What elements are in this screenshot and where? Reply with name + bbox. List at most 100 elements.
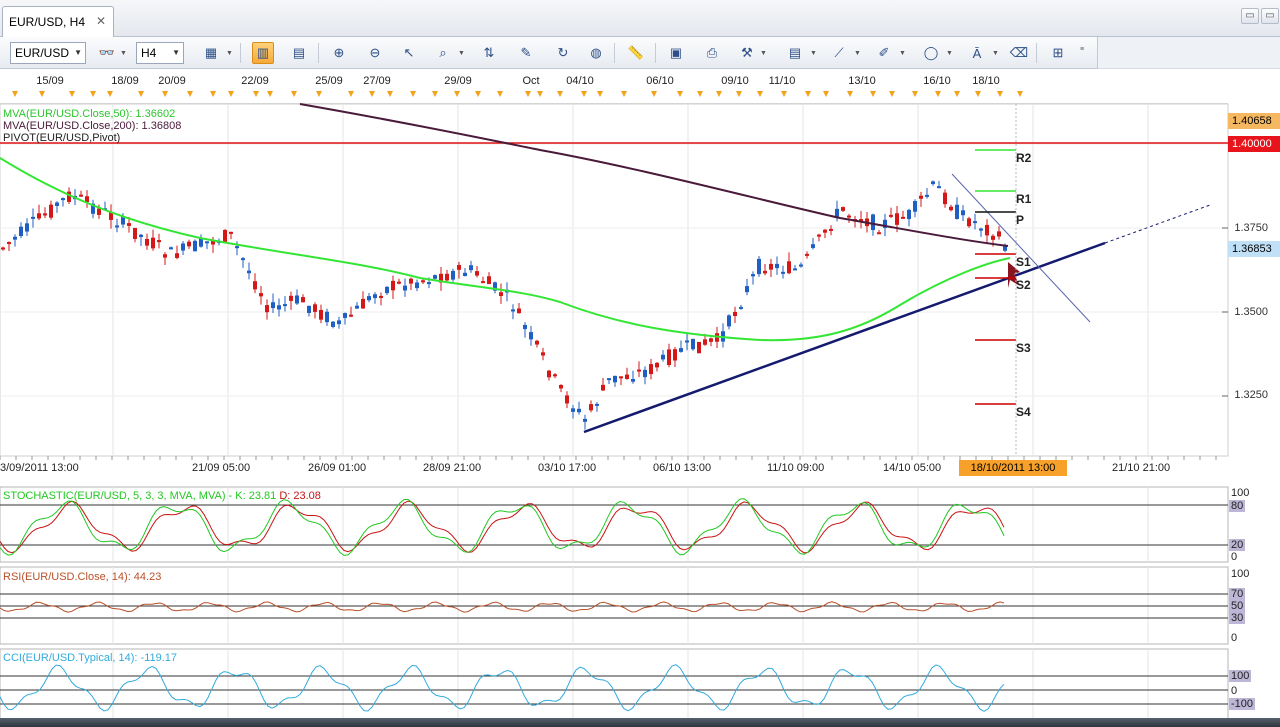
candle-body: [871, 214, 875, 231]
status-bar: [0, 718, 1280, 727]
candle-body: [151, 237, 155, 249]
candle-body: [235, 246, 239, 249]
price-label: 1.3500: [1234, 306, 1268, 318]
candle-body: [805, 253, 809, 256]
pivot-s2-label: S2: [1016, 278, 1031, 292]
candle-body: [367, 296, 371, 301]
candle-body: [205, 241, 209, 244]
candle-body: [541, 352, 545, 356]
candle-body: [415, 282, 419, 289]
cci-scale-0: 0: [1231, 685, 1238, 697]
candle-body: [817, 234, 821, 237]
candle-body: [397, 281, 401, 284]
candle-body: [19, 226, 23, 237]
ma50-legend: MVA(EUR/USD.Close,50): 1.36602: [3, 108, 176, 120]
candle-body: [463, 272, 467, 277]
candle-body: [295, 295, 299, 304]
candle-body: [1003, 246, 1007, 251]
candle-body: [973, 221, 977, 224]
candle-body: [523, 324, 527, 330]
candle-body: [115, 225, 119, 228]
candle-body: [901, 216, 905, 219]
candle-body: [673, 349, 677, 361]
candle-body: [487, 276, 491, 285]
candle-body: [319, 310, 323, 320]
candle-body: [679, 348, 683, 352]
candle-body: [841, 207, 845, 211]
candle-body: [757, 258, 761, 275]
time-label: 28/09 21:00: [423, 462, 482, 474]
candle-body: [655, 362, 659, 368]
candle-body: [877, 232, 881, 235]
time-label: 3/09/2011 13:00: [0, 462, 79, 474]
candle-body: [607, 378, 611, 381]
candle-body: [553, 374, 557, 377]
candle-body: [343, 313, 347, 318]
candle-body: [577, 408, 581, 413]
candle-body: [331, 321, 335, 327]
candle-body: [943, 192, 947, 205]
candle-body: [823, 229, 827, 233]
candle-body: [31, 216, 35, 219]
candle-body: [223, 229, 227, 243]
candle-body: [889, 214, 893, 217]
candle-body: [253, 281, 257, 290]
candle-body: [907, 209, 911, 220]
candle-body: [595, 403, 599, 406]
pivot-r2-label: R2: [1016, 151, 1032, 165]
pivot-p-label: P: [1016, 213, 1025, 227]
candle-body: [589, 404, 593, 411]
candle-body: [139, 234, 143, 238]
main-pane: [0, 103, 1229, 457]
price-box-red: 1.40000: [1228, 136, 1280, 152]
candle-body: [709, 338, 713, 342]
price-box-top: 1.40658: [1228, 113, 1280, 129]
stoch-scale-0: 0: [1231, 551, 1238, 563]
cci-scale-minus100: -100: [1229, 698, 1256, 710]
candle-body: [763, 270, 767, 274]
candle-body: [829, 228, 833, 231]
candle-body: [583, 418, 587, 422]
candle-body: [631, 379, 635, 382]
pivot-legend: PIVOT(EUR/USD,Pivot): [3, 132, 121, 144]
candle-body: [847, 215, 851, 218]
rsi-scale-100: 100: [1231, 568, 1250, 580]
candle-body: [895, 213, 899, 225]
candle-body: [61, 198, 65, 201]
candle-body: [691, 338, 695, 350]
candle-body: [25, 223, 29, 232]
candle-body: [517, 308, 521, 314]
candle-body: [751, 274, 755, 277]
candle-body: [955, 204, 959, 219]
chart-canvas[interactable]: [0, 0, 1280, 718]
pivot-r1-label: R1: [1016, 192, 1032, 206]
candle-body: [37, 213, 41, 219]
candle-body: [625, 374, 629, 379]
candle-body: [379, 295, 383, 298]
rsi-scale-50: 50: [1229, 600, 1246, 612]
candle-body: [793, 268, 797, 271]
pivot-s3-label: S3: [1016, 341, 1031, 355]
candle-body: [529, 332, 533, 340]
price-label: 1.3750: [1234, 222, 1268, 234]
candle-body: [703, 339, 707, 345]
candle-body: [433, 275, 437, 279]
candle-body: [133, 227, 137, 239]
candle-body: [163, 254, 167, 258]
candle-body: [127, 223, 131, 226]
time-label: 21/09 05:00: [192, 462, 251, 474]
candle-body: [349, 314, 353, 317]
candle-body: [289, 295, 293, 301]
rsi-title: RSI(EUR/USD.Close, 14): 44.23: [3, 571, 162, 583]
rsi-scale-0: 0: [1231, 632, 1238, 644]
stochastic-k-value: K: 23.81: [235, 490, 277, 502]
candle-body: [979, 228, 983, 231]
candle-body: [811, 244, 815, 248]
candle-body: [499, 292, 503, 296]
candle-body: [451, 270, 455, 280]
candle-body: [991, 235, 995, 240]
candle-body: [97, 208, 101, 215]
candle-body: [13, 236, 17, 240]
price-label: 1.3250: [1234, 389, 1268, 401]
candle-body: [283, 304, 287, 307]
